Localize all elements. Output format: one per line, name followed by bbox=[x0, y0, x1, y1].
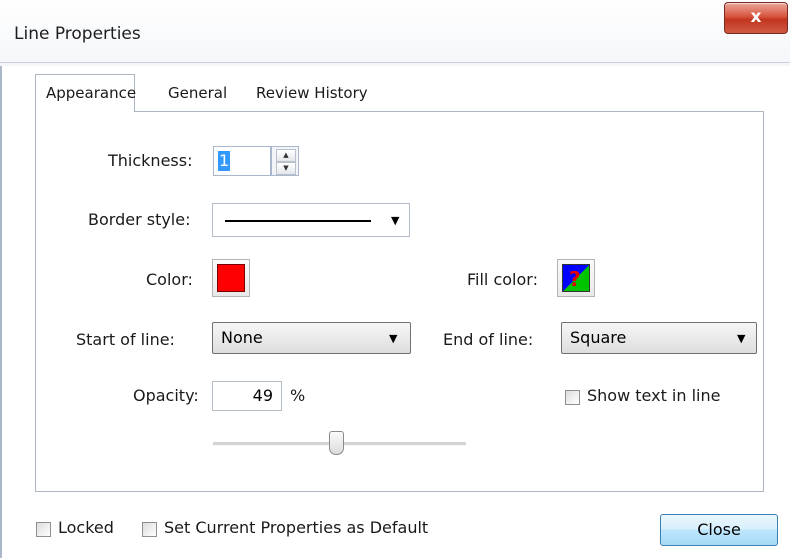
color-label: Color: bbox=[146, 270, 193, 289]
color-picker-button[interactable] bbox=[212, 259, 250, 297]
thickness-input[interactable]: 1 bbox=[213, 146, 271, 176]
chevron-down-icon: ▼ bbox=[737, 332, 746, 345]
spin-down-icon[interactable]: ▼ bbox=[276, 162, 296, 175]
end-of-line-select[interactable]: Square ▼ bbox=[561, 322, 757, 354]
window-title: Line Properties bbox=[14, 24, 141, 44]
set-default-checkbox[interactable] bbox=[142, 522, 157, 537]
chevron-down-icon: ▼ bbox=[389, 332, 398, 345]
chevron-down-icon: ▼ bbox=[391, 214, 400, 227]
close-icon: x bbox=[750, 7, 762, 27]
border-style-dropdown[interactable]: ▼ bbox=[212, 203, 410, 237]
start-of-line-label: Start of line: bbox=[76, 330, 175, 349]
solid-line-preview bbox=[225, 220, 371, 222]
opacity-input[interactable]: 49 bbox=[212, 381, 282, 411]
window-frame-edge bbox=[0, 0, 2, 558]
tab-review-history[interactable]: Review History bbox=[246, 76, 378, 111]
close-button[interactable]: Close bbox=[660, 514, 778, 546]
thickness-label: Thickness: bbox=[108, 151, 193, 170]
color-swatch bbox=[217, 264, 245, 292]
thickness-value: 1 bbox=[218, 151, 231, 171]
start-of-line-select[interactable]: None ▼ bbox=[212, 322, 411, 354]
spin-up-icon[interactable]: ▲ bbox=[276, 149, 296, 162]
fill-color-picker-button[interactable]: ? bbox=[557, 259, 595, 297]
end-of-line-label: End of line: bbox=[443, 330, 534, 349]
fill-color-label: Fill color: bbox=[467, 270, 538, 289]
end-of-line-value: Square bbox=[570, 328, 627, 347]
title-bar: Line Properties x bbox=[0, 0, 790, 66]
thickness-stepper[interactable]: ▲ ▼ bbox=[271, 146, 299, 176]
opacity-value: 49 bbox=[252, 386, 273, 405]
opacity-slider-thumb[interactable] bbox=[329, 431, 344, 455]
tab-general[interactable]: General bbox=[158, 76, 237, 111]
show-text-in-line-label[interactable]: Show text in line bbox=[587, 386, 720, 405]
tab-appearance[interactable]: Appearance bbox=[35, 74, 136, 112]
set-default-label[interactable]: Set Current Properties as Default bbox=[164, 518, 428, 537]
window-close-button[interactable]: x bbox=[724, 2, 788, 34]
no-fill-icon: ? bbox=[562, 264, 590, 292]
title-divider bbox=[0, 62, 790, 63]
show-text-in-line-checkbox[interactable] bbox=[565, 390, 580, 405]
border-style-label: Border style: bbox=[88, 210, 191, 229]
start-of-line-value: None bbox=[221, 328, 263, 347]
locked-label[interactable]: Locked bbox=[58, 518, 114, 537]
opacity-unit: % bbox=[290, 386, 306, 405]
opacity-label: Opacity: bbox=[133, 386, 199, 405]
locked-checkbox[interactable] bbox=[36, 522, 51, 537]
